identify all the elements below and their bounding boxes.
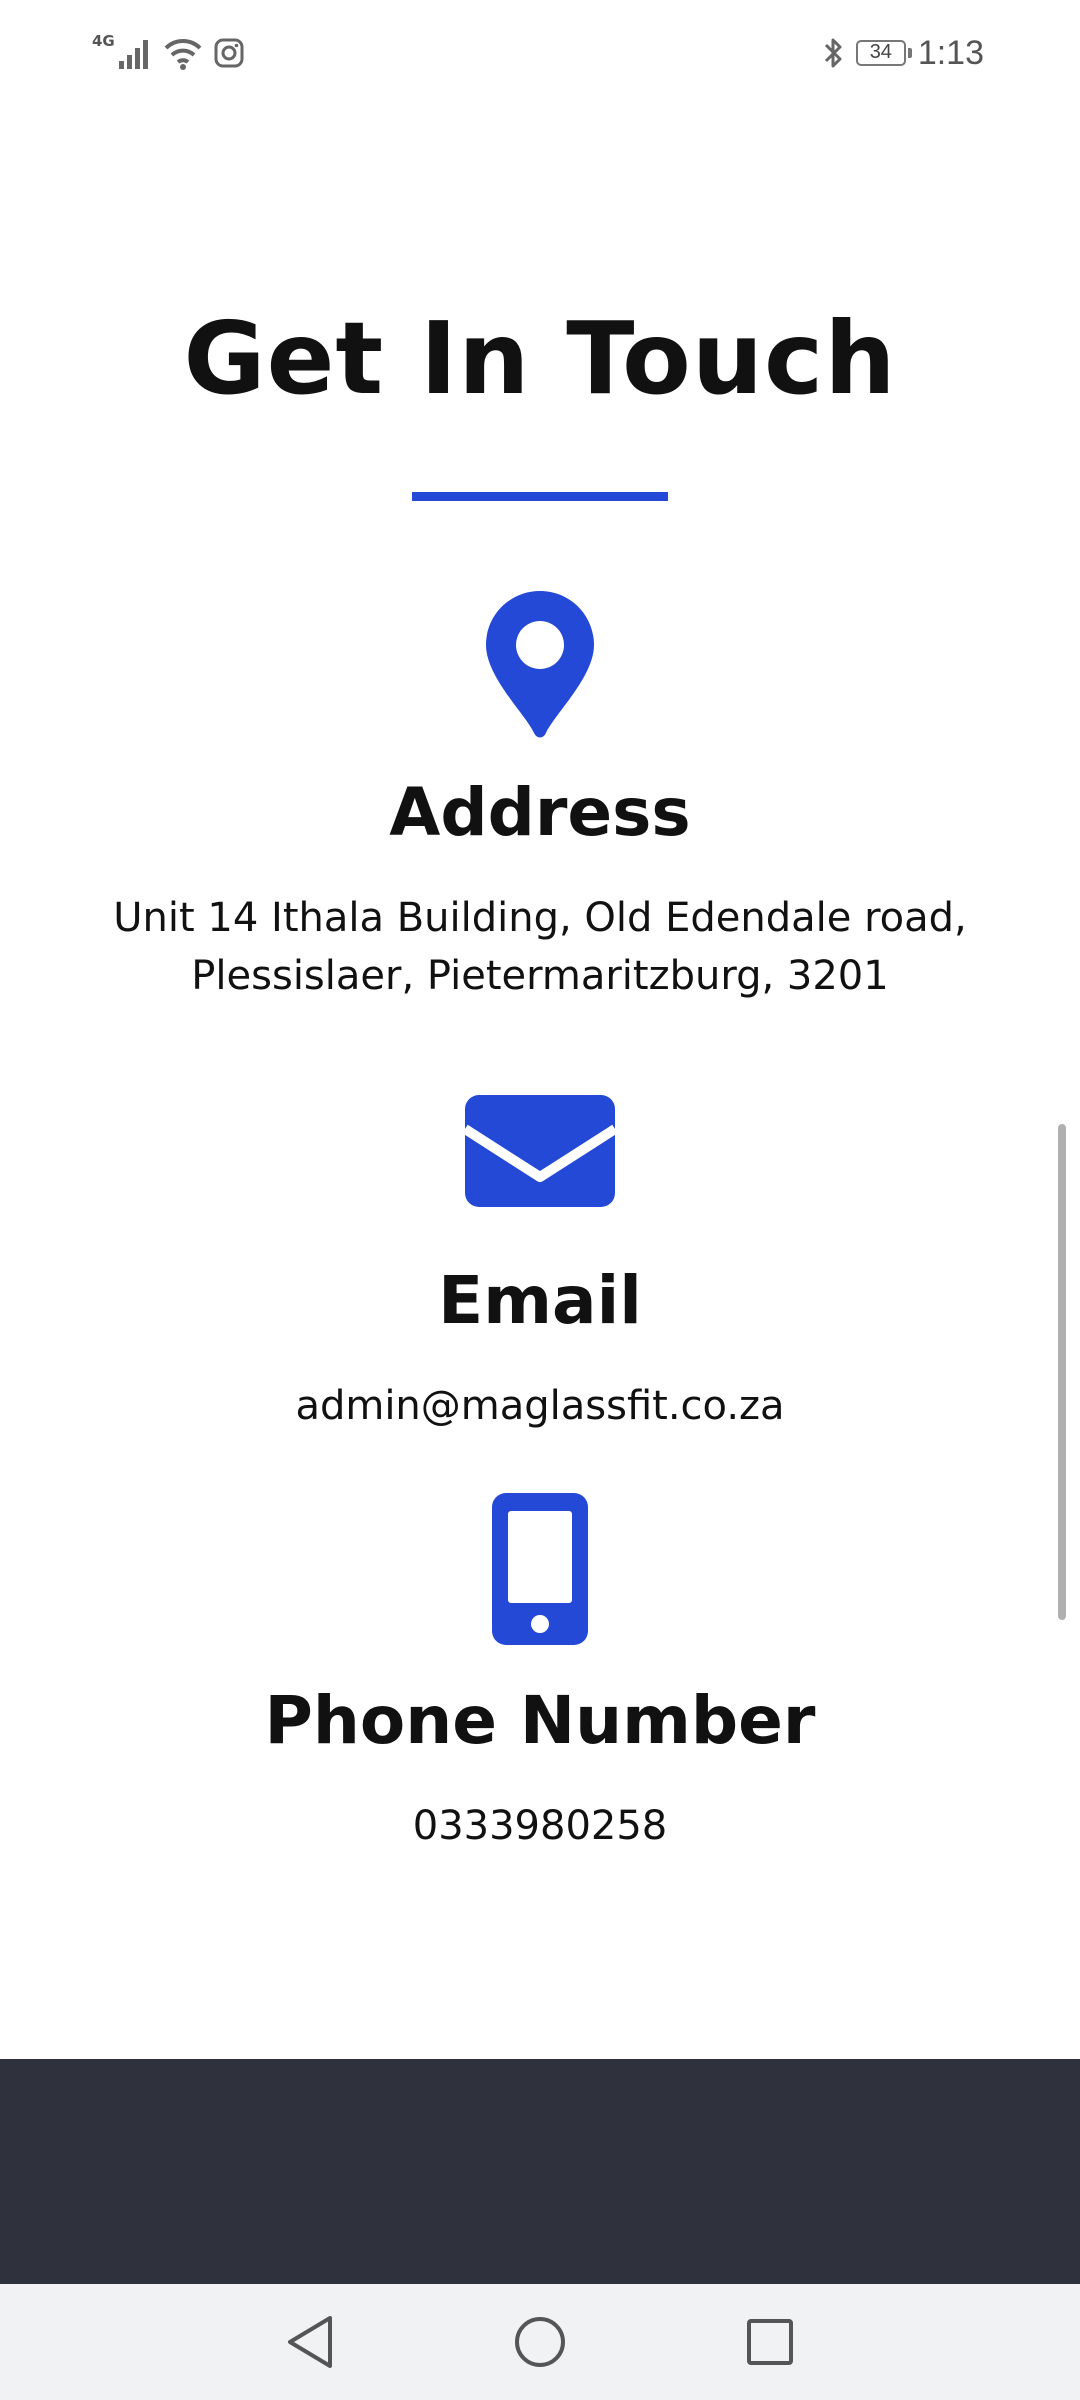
phone-number-link[interactable]: 0333980258: [0, 1797, 1080, 1855]
email-heading: Email: [438, 1262, 642, 1339]
contact-section: Get In Touch Address Unit 14 Ithala Buil…: [0, 104, 1080, 2059]
email-address-link[interactable]: admin@maglassfit.co.za: [0, 1377, 1080, 1435]
title-divider: [412, 492, 668, 501]
recents-button[interactable]: [735, 2307, 805, 2377]
bluetooth-icon: [824, 38, 842, 68]
home-button[interactable]: [505, 2307, 575, 2377]
address-line-2: Plessislaer, Pietermaritzburg, 3201: [191, 953, 889, 999]
battery-icon: 34: [855, 40, 912, 66]
navigation-bar: [0, 2284, 1080, 2400]
clock: 1:13: [917, 33, 984, 72]
address-block: Address Unit 14 Ithala Building, Old Ede…: [0, 589, 1080, 1005]
email-block: Email admin@maglassfit.co.za: [0, 1095, 1080, 1435]
envelope-icon: [465, 1095, 615, 1207]
battery-level: 34: [869, 41, 892, 63]
home-icon: [515, 2317, 565, 2367]
phone-block: Phone Number 0333980258: [0, 1493, 1080, 1855]
address-text: Unit 14 Ithala Building, Old Edendale ro…: [50, 889, 1030, 1005]
page-title: Get In Touch: [183, 300, 897, 417]
address-line-1: Unit 14 Ithala Building, Old Edendale ro…: [113, 895, 967, 941]
status-bar-left: 4G: [92, 28, 245, 78]
status-bar-right: 34 1:13: [822, 28, 984, 78]
mobile-phone-icon: [492, 1493, 588, 1645]
address-heading: Address: [389, 774, 691, 851]
back-icon: [288, 2316, 332, 2368]
phone-heading: Phone Number: [264, 1682, 816, 1759]
signal-icon: [118, 40, 148, 69]
map-pin-icon: [486, 591, 594, 738]
page-footer: [0, 2059, 1080, 2284]
status-bar: 4G 34 1:13: [0, 0, 1080, 104]
instagram-icon: [214, 38, 244, 68]
wifi-icon: [164, 38, 202, 70]
scrollbar-thumb[interactable]: [1058, 1124, 1066, 1620]
network-type: 4G: [92, 32, 115, 50]
back-button[interactable]: [275, 2307, 345, 2377]
recents-icon: [747, 2319, 793, 2365]
